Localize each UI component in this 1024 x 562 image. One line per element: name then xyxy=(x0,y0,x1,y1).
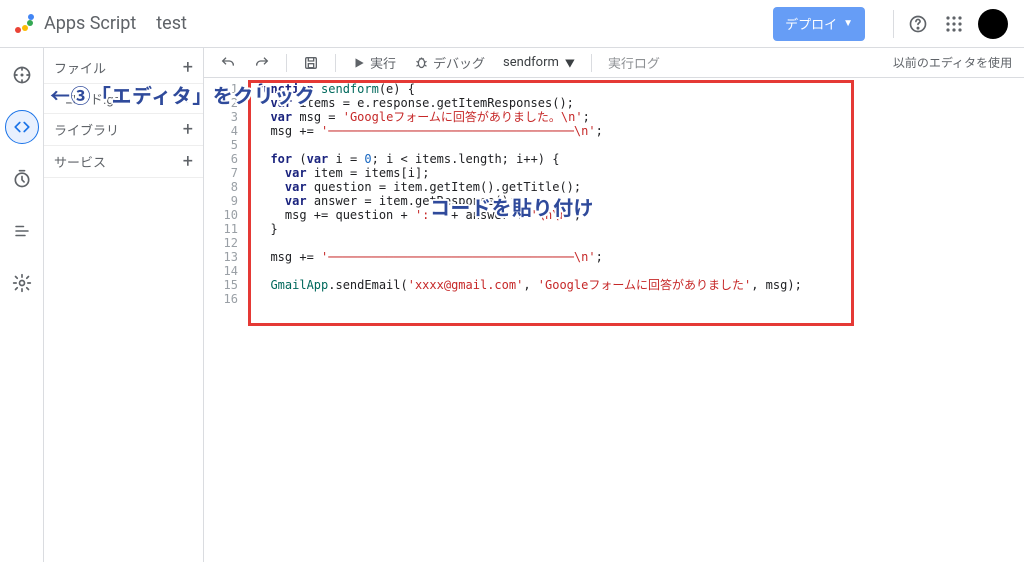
rail-triggers-icon[interactable] xyxy=(5,162,39,196)
editor-area: 実行 デバッグ sendform ▼ 実行ログ 以前のエディタを使用 12345… xyxy=(204,48,1024,562)
apps-script-logo-icon xyxy=(12,12,36,36)
deploy-button-label: デプロイ xyxy=(785,14,837,33)
legacy-editor-link[interactable]: 以前のエディタを使用 xyxy=(893,54,1014,71)
avatar[interactable] xyxy=(978,9,1008,39)
add-file-icon[interactable]: + xyxy=(183,57,193,78)
sidebar-section-label: ライブラリ xyxy=(54,120,119,139)
apps-grid-icon[interactable] xyxy=(942,12,966,36)
rail-editor-icon[interactable] xyxy=(5,110,39,144)
app-header: Apps Script test デプロイ ▼ xyxy=(0,0,1024,48)
file-name: コード.gs xyxy=(64,89,120,108)
add-library-icon[interactable]: + xyxy=(183,119,193,140)
project-name[interactable]: test xyxy=(156,13,187,34)
sidebar-section-label: ファイル xyxy=(54,58,106,77)
code-content[interactable]: function sendform(e) { var items = e.res… xyxy=(248,78,1024,314)
sidebar-section-services: サービス + xyxy=(44,146,203,178)
caret-down-icon: ▼ xyxy=(843,18,853,29)
function-select[interactable]: sendform ▼ xyxy=(497,55,581,70)
run-label: 実行 xyxy=(370,53,396,72)
app-name: Apps Script xyxy=(44,13,136,34)
help-icon[interactable] xyxy=(906,12,930,36)
sidebar-section-label: サービス xyxy=(54,152,106,171)
log-label: 実行ログ xyxy=(608,53,660,72)
deploy-button[interactable]: デプロイ ▼ xyxy=(773,7,865,41)
debug-label: デバッグ xyxy=(433,53,485,72)
function-name: sendform xyxy=(503,55,559,70)
redo-button[interactable] xyxy=(248,53,276,73)
caret-down-icon: ▼ xyxy=(565,55,575,70)
rail-overview-icon[interactable] xyxy=(5,58,39,92)
line-gutter: 12345678910111213141516 xyxy=(204,78,248,306)
save-button[interactable] xyxy=(297,53,325,73)
file-item[interactable]: コード.gs ⋮ xyxy=(44,84,203,114)
run-button[interactable]: 実行 xyxy=(346,51,402,74)
undo-button[interactable] xyxy=(214,53,242,73)
code-editor[interactable]: 12345678910111213141516 function sendfor… xyxy=(204,78,1024,562)
separator xyxy=(893,10,894,38)
rail-settings-icon[interactable] xyxy=(5,266,39,300)
file-sidebar: ファイル + コード.gs ⋮ ライブラリ + サービス + xyxy=(44,48,204,562)
add-service-icon[interactable]: + xyxy=(183,151,193,172)
rail-executions-icon[interactable] xyxy=(5,214,39,248)
sidebar-section-files: ファイル + xyxy=(44,52,203,84)
debug-button[interactable]: デバッグ xyxy=(408,51,491,74)
execution-log-button[interactable]: 実行ログ xyxy=(602,51,666,74)
editor-toolbar: 実行 デバッグ sendform ▼ 実行ログ 以前のエディタを使用 xyxy=(204,48,1024,78)
sidebar-section-libraries: ライブラリ + xyxy=(44,114,203,146)
left-rail xyxy=(0,48,44,562)
more-vert-icon[interactable]: ⋮ xyxy=(180,91,193,106)
